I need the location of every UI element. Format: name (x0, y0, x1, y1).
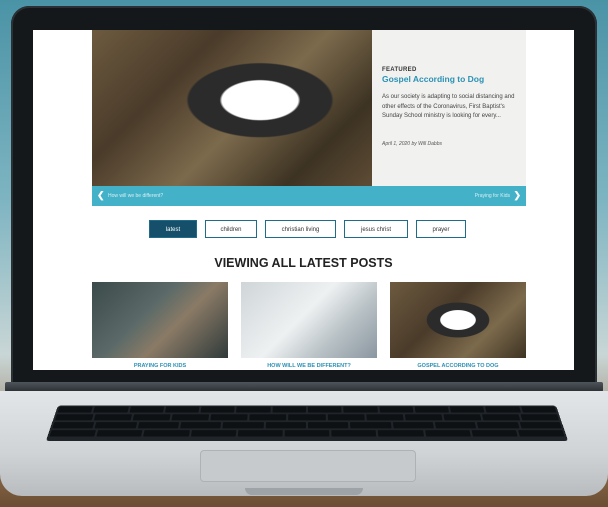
tag-jesus-christ[interactable]: jesus christ (344, 220, 408, 238)
post-title-link[interactable]: PRAYING FOR KIDS (92, 363, 228, 369)
chevron-right-icon[interactable]: ❯ (513, 190, 521, 201)
post-card[interactable]: PRAYING FOR KIDS (92, 282, 228, 369)
tag-children[interactable]: children (205, 220, 257, 238)
featured-dog-photo[interactable] (92, 30, 372, 186)
screen: FEATURED Gospel According to Dog As our … (33, 30, 574, 370)
chevron-left-icon[interactable]: ❮ (97, 190, 105, 201)
featured-meta: April 1, 2020 by Will Dabbs (382, 141, 442, 147)
featured-hero: FEATURED Gospel According to Dog As our … (92, 30, 526, 186)
featured-excerpt: As our society is adapting to social dis… (382, 94, 515, 119)
laptop-keyboard (45, 405, 569, 442)
tag-prayer[interactable]: prayer (416, 220, 466, 238)
tag-christian-living[interactable]: christian living (265, 220, 336, 238)
section-title: VIEWING ALL LATEST POSTS (214, 256, 393, 270)
prev-post-link[interactable]: How will we be different? (108, 193, 163, 199)
featured-title-link[interactable]: Gospel According to Dog (382, 74, 484, 84)
post-title-link[interactable]: HOW WILL WE BE DIFFERENT? (241, 363, 377, 369)
post-image[interactable] (241, 282, 377, 358)
post-image[interactable] (92, 282, 228, 358)
next-post-link[interactable]: Praying for Kids (475, 193, 510, 199)
post-image[interactable] (390, 282, 526, 358)
laptop-trackpad (200, 450, 416, 482)
featured-label: FEATURED (382, 67, 417, 73)
category-filter: latest children christian living jesus c… (149, 220, 466, 238)
post-card[interactable]: GOSPEL ACCORDING TO DOG (390, 282, 526, 369)
laptop-base-notch (245, 488, 363, 495)
tag-latest[interactable]: latest (149, 220, 197, 238)
featured-text-panel: FEATURED Gospel According to Dog As our … (372, 30, 526, 186)
post-card[interactable]: HOW WILL WE BE DIFFERENT? (241, 282, 377, 369)
post-title-link[interactable]: GOSPEL ACCORDING TO DOG (390, 363, 526, 369)
slider-nav-bar: ❮ How will we be different? Praying for … (92, 186, 526, 206)
